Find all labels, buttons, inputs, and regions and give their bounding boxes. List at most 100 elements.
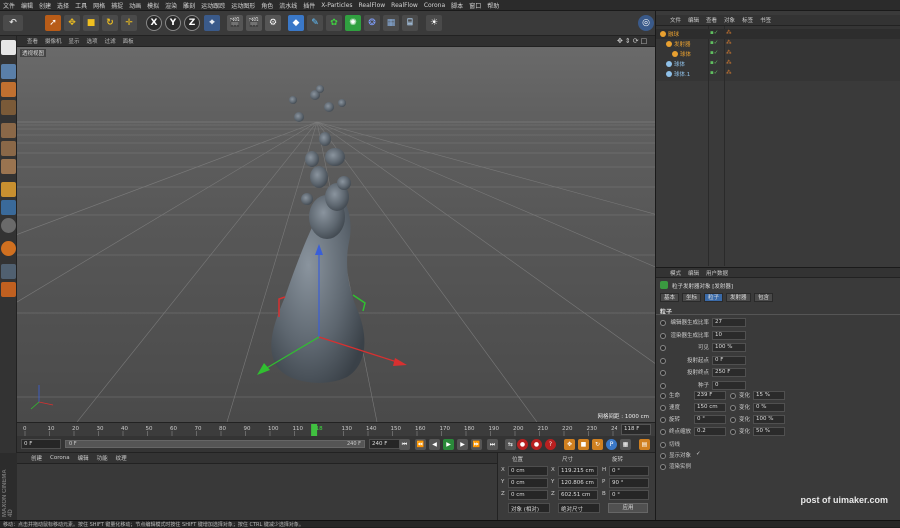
- attribute-tab[interactable]: 发射器: [726, 293, 751, 302]
- menu-item[interactable]: 编辑: [21, 1, 33, 10]
- menu-item[interactable]: 运动图形: [231, 1, 255, 10]
- menu-item[interactable]: 工具: [75, 1, 87, 10]
- animate-dot-icon[interactable]: [730, 405, 736, 411]
- render-picture-icon[interactable]: 🎬: [246, 15, 262, 31]
- tag-icon[interactable]: ⁂: [726, 70, 732, 76]
- axis-mode-icon[interactable]: [1, 182, 16, 197]
- viewport-nav-icons[interactable]: ✥⇕⟳□: [617, 37, 649, 45]
- object-row[interactable]: 发射器 ▪✓ ⁂: [656, 39, 900, 49]
- coordinate-system-icon[interactable]: ⌖: [204, 15, 220, 31]
- select-arrow-icon[interactable]: ➚: [45, 15, 61, 31]
- light-icon[interactable]: ☀: [426, 15, 442, 31]
- apply-button[interactable]: 应用: [608, 503, 648, 513]
- tag-icon[interactable]: ⁂: [726, 40, 732, 46]
- attribute-menu-item[interactable]: 用户数据: [706, 269, 728, 277]
- points-mode-icon[interactable]: [1, 123, 16, 138]
- material-menu-item[interactable]: Corona: [50, 455, 70, 461]
- object-menu-item[interactable]: 查看: [706, 16, 717, 24]
- param-field[interactable]: 0 °: [694, 415, 726, 424]
- attribute-tab[interactable]: 包含: [754, 293, 774, 302]
- layout-switch-icon[interactable]: ◎: [638, 15, 654, 31]
- animate-dot-icon[interactable]: [660, 320, 666, 326]
- visibility-check-icon[interactable]: ▪✓: [710, 30, 718, 36]
- menu-item[interactable]: RealFlow: [359, 2, 386, 9]
- tag-icon[interactable]: ⁂: [726, 60, 732, 66]
- move-icon[interactable]: ✥: [64, 15, 80, 31]
- subdivision-icon[interactable]: ✿: [326, 15, 342, 31]
- timeline-ruler[interactable]: 0 10 20 30 40 50 60 70 80 90 100 110 118 130 140 150 160…: [17, 422, 655, 436]
- menu-item[interactable]: X-Particles: [321, 2, 352, 9]
- viewport-menu-item[interactable]: 过滤: [105, 37, 116, 45]
- z-axis-lock-icon[interactable]: Z: [184, 15, 200, 31]
- param-field[interactable]: 0 F: [712, 355, 746, 365]
- material-menu-item[interactable]: 编辑: [78, 454, 89, 462]
- next-key-icon[interactable]: ⏩: [471, 439, 482, 450]
- menu-item[interactable]: 帮助: [487, 1, 499, 10]
- tweak-mode-icon[interactable]: [1, 200, 16, 215]
- menu-item[interactable]: 选择: [57, 1, 69, 10]
- checkbox[interactable]: ✓: [696, 451, 701, 461]
- menu-item[interactable]: 运动跟踪: [201, 1, 225, 10]
- live-select-icon[interactable]: ✛: [121, 15, 137, 31]
- menu-item[interactable]: 文件: [3, 1, 15, 10]
- workplane-icon[interactable]: [1, 100, 16, 115]
- menu-item[interactable]: Corona: [424, 2, 445, 9]
- loop-icon[interactable]: ⇆: [505, 439, 516, 450]
- menu-item[interactable]: 雕刻: [183, 1, 195, 10]
- animate-dot-icon[interactable]: [660, 345, 666, 351]
- tag-icon[interactable]: ⁂: [726, 50, 732, 56]
- coord-rot-field[interactable]: 0 °: [609, 490, 649, 500]
- coord-pos-field[interactable]: 0 cm: [508, 490, 548, 500]
- render-settings-icon[interactable]: ⚙: [265, 15, 281, 31]
- attribute-tab[interactable]: 基本: [660, 293, 680, 302]
- object-row[interactable]: 球体 ▪✓ ⁂: [656, 49, 900, 59]
- play-icon[interactable]: ▶: [443, 439, 454, 450]
- param-field[interactable]: 0.2: [694, 427, 726, 436]
- param-field[interactable]: 10: [712, 330, 746, 340]
- menu-item[interactable]: 流水线: [279, 1, 297, 10]
- goto-start-icon[interactable]: ⏮: [399, 439, 410, 450]
- menu-item[interactable]: 窗口: [469, 1, 481, 10]
- visibility-check-icon[interactable]: ▪✓: [710, 70, 718, 76]
- animate-dot-icon[interactable]: [660, 464, 666, 470]
- object-menu-item[interactable]: 书签: [760, 16, 771, 24]
- make-editable-icon[interactable]: [1, 40, 16, 55]
- edges-mode-icon[interactable]: [1, 141, 16, 156]
- autokey-icon[interactable]: ●: [531, 439, 542, 450]
- animate-dot-icon[interactable]: [660, 382, 666, 389]
- param-field[interactable]: 250 F: [712, 368, 746, 377]
- animate-dot-icon[interactable]: [730, 429, 736, 435]
- deformer-icon[interactable]: ❂: [364, 15, 380, 31]
- object-row[interactable]: 球体 ▪✓ ⁂: [656, 59, 900, 69]
- model-mode-icon[interactable]: [1, 64, 16, 79]
- animate-dot-icon[interactable]: [660, 442, 666, 448]
- record-icon[interactable]: ●: [517, 439, 528, 450]
- animate-dot-icon[interactable]: [660, 393, 666, 399]
- menu-item[interactable]: 模拟: [147, 1, 159, 10]
- object-row[interactable]: 球体.1 ▪✓ ⁂: [656, 69, 900, 79]
- coord-rot-field[interactable]: 0 °: [609, 466, 649, 476]
- coord-size-mode-dropdown[interactable]: 绝对尺寸: [558, 503, 600, 513]
- key-position-icon[interactable]: ✥: [564, 439, 575, 450]
- param-field[interactable]: 150 cm: [694, 403, 726, 412]
- viewport-menu-item[interactable]: 选项: [87, 37, 98, 45]
- animate-dot-icon[interactable]: [730, 393, 736, 399]
- camera-icon[interactable]: ⌸: [402, 15, 418, 31]
- current-frame-field[interactable]: 118 F: [621, 424, 651, 435]
- param-field[interactable]: 15 %: [753, 391, 785, 400]
- animate-dot-icon[interactable]: [660, 370, 666, 376]
- menu-item[interactable]: 渲染: [165, 1, 177, 10]
- keyframe-selection-icon[interactable]: ?: [545, 439, 556, 450]
- viewport-menu-item[interactable]: 显示: [69, 37, 80, 45]
- lock-workplane-icon[interactable]: [1, 264, 16, 279]
- viewport-menu-item[interactable]: 查看: [27, 37, 38, 45]
- spline-pen-icon[interactable]: ✎: [307, 15, 323, 31]
- animate-dot-icon[interactable]: [660, 429, 666, 435]
- menu-item[interactable]: 创建: [39, 1, 51, 10]
- end-frame-field[interactable]: 240 F: [369, 439, 403, 449]
- animate-dot-icon[interactable]: [660, 453, 666, 459]
- cube-icon[interactable]: ◆: [288, 15, 304, 31]
- attribute-tab[interactable]: 坐标: [682, 293, 702, 302]
- perspective-viewport[interactable]: 透视视图 网格间距 : 1000 cm: [17, 47, 655, 422]
- attribute-tab[interactable]: 粒子: [704, 293, 724, 302]
